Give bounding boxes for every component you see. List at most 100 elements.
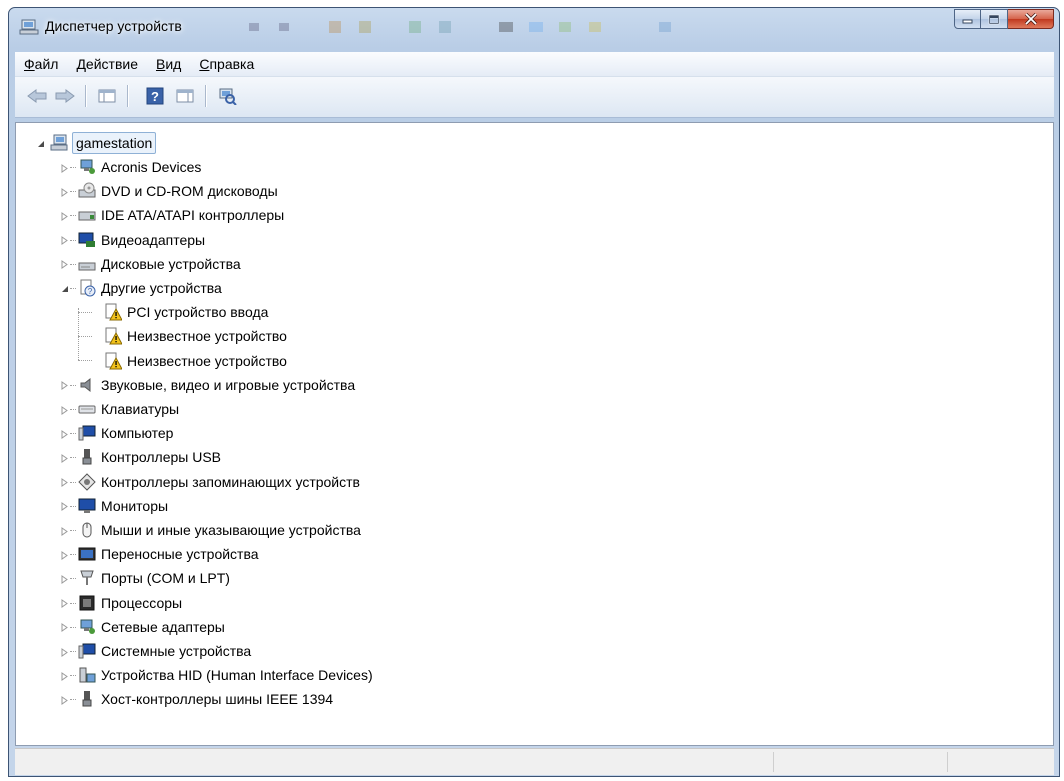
expand-arrow-icon[interactable]	[60, 381, 70, 391]
expand-arrow-icon[interactable]	[60, 478, 70, 488]
tree-category-хост-контроллеры-шины-ieee-1394[interactable]: Хост-контроллеры шины IEEE 1394	[98, 689, 336, 709]
tree-connector-line	[70, 409, 76, 411]
tree-category-устройства-hid-human-interface-devices[interactable]: Устройства HID (Human Interface Devices)	[98, 665, 376, 685]
tree-category-звуковые-видео-и-игровые-устройства[interactable]: Звуковые, видео и игровые устройства	[98, 375, 358, 395]
expand-arrow-icon[interactable]	[60, 526, 70, 536]
expand-arrow-icon[interactable]	[60, 671, 70, 681]
back-button[interactable]	[25, 85, 49, 107]
tree-connector-line	[70, 554, 76, 556]
tree-category-сетевые-адаптеры[interactable]: Сетевые адаптеры	[98, 617, 228, 637]
properties-icon	[176, 89, 194, 103]
expand-arrow-icon[interactable]	[60, 236, 70, 246]
arrow-right-icon	[55, 89, 75, 103]
expand-arrow-icon[interactable]	[60, 163, 70, 173]
tree-category-контроллеры-запоминающих-устройств[interactable]: Контроллеры запоминающих устройств	[98, 472, 363, 492]
menu-file[interactable]: Файл	[15, 56, 67, 72]
expand-arrow-icon[interactable]	[60, 647, 70, 657]
scan-hardware-button[interactable]	[215, 85, 239, 107]
warning-device-icon	[105, 327, 122, 345]
tree-device-неизвестное-устройство[interactable]: Неизвестное устройство	[124, 326, 290, 346]
show-hide-tree-button[interactable]	[95, 85, 119, 107]
expand-arrow-icon[interactable]	[60, 550, 70, 560]
tree-connector-line	[70, 530, 76, 532]
close-x-icon	[1024, 13, 1037, 25]
tree-connector-line	[70, 215, 76, 217]
maximize-button[interactable]	[981, 9, 1008, 29]
toolbar: ?	[15, 77, 1054, 118]
tree-category-мониторы[interactable]: Мониторы	[98, 496, 171, 516]
unknown-device-icon: ?	[80, 279, 96, 297]
tree-device-pci-устройство-ввода[interactable]: PCI устройство ввода	[124, 302, 271, 322]
expand-arrow-icon[interactable]	[60, 405, 70, 415]
expand-arrow-icon[interactable]	[60, 695, 70, 705]
tree-connector-line	[70, 263, 76, 266]
window-title: Диспетчер устройств	[45, 18, 182, 34]
display-adapter-icon	[78, 232, 95, 247]
properties-button[interactable]	[173, 85, 197, 107]
status-bar	[15, 748, 1054, 775]
tree-category-видеоадаптеры[interactable]: Видеоадаптеры	[98, 230, 208, 250]
expand-arrow-icon[interactable]	[60, 502, 70, 512]
svg-text:?: ?	[88, 287, 93, 296]
console-tree-icon	[98, 89, 116, 103]
tree-category-порты-com-и-lpt[interactable]: Порты (COM и LPT)	[98, 568, 233, 588]
minimize-button[interactable]	[954, 9, 981, 29]
tree-category-мыши-и-иные-указывающие-устройства[interactable]: Мыши и иные указывающие устройства	[98, 520, 364, 540]
expand-arrow-icon[interactable]	[60, 599, 70, 609]
tree-category-dvd-и-cd-rom-дисководы[interactable]: DVD и CD-ROM дисководы	[98, 181, 281, 201]
tree-connector-line	[70, 578, 76, 580]
expand-arrow-icon[interactable]	[60, 211, 70, 221]
tree-connector-line	[70, 602, 76, 605]
processor-icon	[79, 595, 95, 611]
tree-connector-line	[70, 191, 76, 193]
device-tree-view[interactable]: gamestation Acronis Devices DVD и CD-ROM …	[15, 122, 1054, 746]
tree-device-неизвестное-устройство[interactable]: Неизвестное устройство	[124, 351, 290, 371]
maximize-icon	[988, 14, 1000, 24]
tree-category-клавиатуры[interactable]: Клавиатуры	[98, 399, 182, 419]
status-pane	[773, 752, 948, 772]
firewire-icon	[82, 691, 92, 707]
tree-category-компьютер[interactable]: Компьютер	[98, 423, 176, 443]
network-adapter-icon	[80, 619, 95, 634]
help-icon: ?	[146, 87, 164, 105]
tree-category-системные-устройства[interactable]: Системные устройства	[98, 641, 254, 661]
menu-view[interactable]: Вид	[147, 56, 190, 72]
tree-category-переносные-устройства[interactable]: Переносные устройства	[98, 544, 262, 564]
expand-arrow-icon[interactable]	[60, 260, 70, 270]
expand-arrow-icon[interactable]	[60, 574, 70, 584]
close-button[interactable]	[1008, 9, 1054, 29]
expand-arrow-icon[interactable]	[60, 453, 70, 463]
help-button[interactable]: ?	[143, 85, 167, 107]
tree-connector-line	[70, 481, 76, 484]
tree-connector-line	[70, 433, 76, 435]
system-device-icon	[78, 643, 96, 659]
tree-category-контроллеры-usb[interactable]: Контроллеры USB	[98, 447, 224, 467]
computer-device-manager-icon	[19, 19, 39, 35]
tree-category-процессоры[interactable]: Процессоры	[98, 593, 185, 613]
computer-icon	[50, 134, 68, 151]
tree-connector-line	[70, 699, 76, 701]
tree-category-ide-ata-atapi-контроллеры[interactable]: IDE ATA/ATAPI контроллеры	[98, 205, 287, 225]
tree-root-gamestation[interactable]: gamestation	[72, 132, 157, 154]
forward-button[interactable]	[53, 85, 77, 107]
expand-arrow-icon[interactable]	[60, 187, 70, 197]
usb-icon	[82, 449, 92, 465]
tree-category-дисковые-устройства[interactable]: Дисковые устройства	[98, 254, 244, 274]
tree-connector-line	[78, 336, 92, 338]
title-bar[interactable]: Диспетчер устройств	[9, 8, 1059, 44]
tree-connector-line	[70, 288, 76, 290]
tree-connector-line	[70, 457, 76, 459]
expand-arrow-icon[interactable]	[60, 429, 70, 439]
menu-help[interactable]: Справка	[190, 56, 263, 72]
tree-connector-line	[78, 360, 92, 362]
collapse-arrow-icon[interactable]	[60, 284, 70, 294]
device-manager-window: Диспетчер устройств Файл Действие Вид Сп…	[8, 7, 1060, 777]
tree-category-другие-устройства[interactable]: Другие устройства	[98, 278, 225, 298]
tree-connector-line	[70, 651, 76, 653]
tree-category-acronis-devices[interactable]: Acronis Devices	[98, 157, 204, 177]
expand-arrow-icon[interactable]	[60, 623, 70, 633]
collapse-arrow-icon[interactable]	[36, 139, 46, 149]
dvd-drive-icon	[78, 182, 96, 198]
title-bar-blur-decoration	[249, 21, 671, 33]
menu-action[interactable]: Действие	[67, 56, 147, 72]
